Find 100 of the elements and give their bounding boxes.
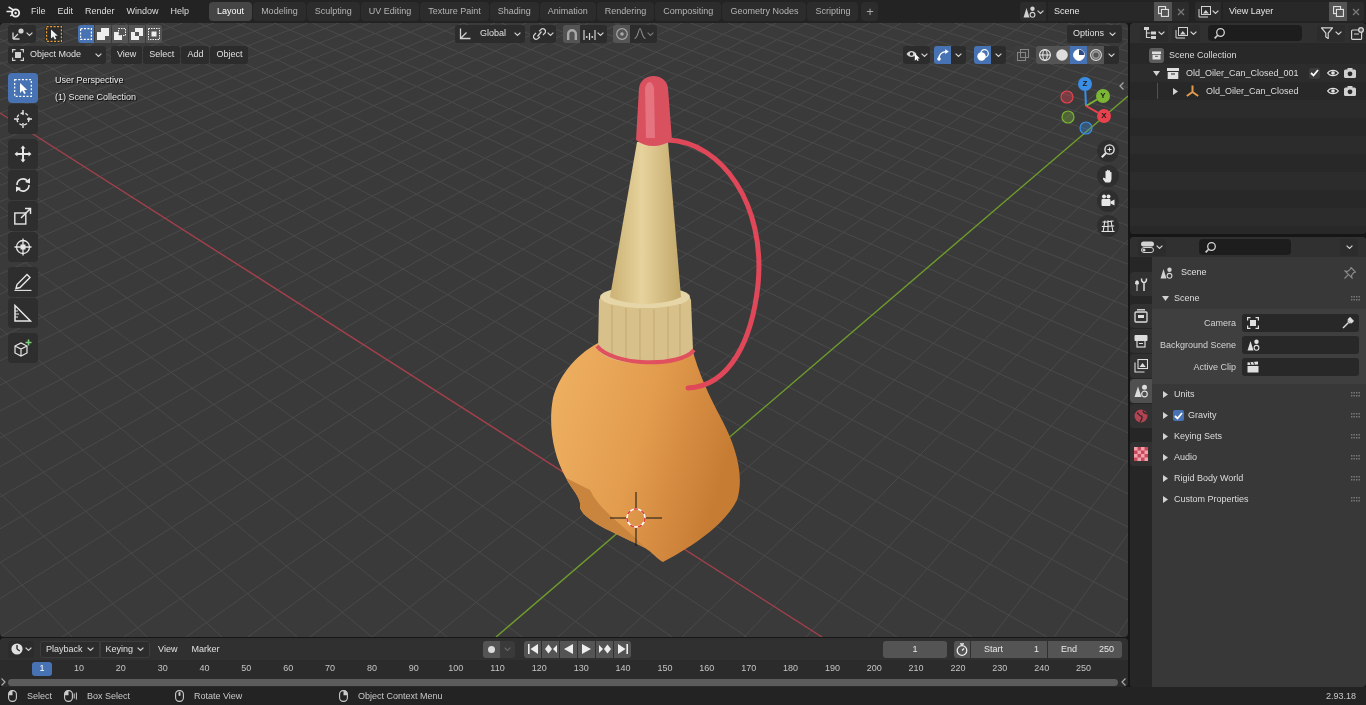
tool-button[interactable] xyxy=(8,201,38,231)
search-field[interactable] xyxy=(1199,239,1291,255)
duplicate-button[interactable] xyxy=(1154,2,1172,21)
workspace-tab[interactable]: Animation xyxy=(539,2,596,21)
start-frame-field[interactable]: Start 1 xyxy=(971,640,1047,658)
object-mode-icon xyxy=(12,48,24,61)
workspace-tab[interactable]: Geometry Nodes xyxy=(722,2,807,21)
jump-to-end-button[interactable] xyxy=(614,640,632,658)
tree-item-label[interactable]: Old_Oiler_Can_Closed_001 xyxy=(1186,68,1299,78)
value-field[interactable] xyxy=(1242,336,1359,354)
wrench-screwdriver-icon xyxy=(1134,277,1148,291)
close-button[interactable] xyxy=(1172,2,1189,21)
curved-arrow-icon xyxy=(936,48,949,61)
checkbox[interactable] xyxy=(1173,410,1184,421)
caret-icon xyxy=(24,647,32,651)
properties-tab[interactable] xyxy=(1130,272,1152,296)
frame-number: 200 xyxy=(865,662,883,675)
properties-tab[interactable] xyxy=(1130,442,1152,466)
dashed-square-icon xyxy=(80,27,92,40)
tool-button[interactable] xyxy=(8,298,38,328)
panel-title[interactable]: Gravity xyxy=(1188,411,1217,420)
panel-title[interactable]: Units xyxy=(1174,390,1195,399)
value-field[interactable] xyxy=(1242,358,1359,376)
properties-tab[interactable] xyxy=(1130,354,1152,378)
end-frame-field[interactable]: End 250 xyxy=(1048,640,1122,658)
workspace-tab[interactable]: Layout xyxy=(209,2,253,21)
auto-keying-toggle[interactable] xyxy=(483,640,501,658)
scene-name-field[interactable]: Scene xyxy=(1048,2,1154,21)
workspace-tab[interactable]: Rendering xyxy=(596,2,655,21)
menu-item[interactable]: Window xyxy=(120,2,165,21)
panel-title[interactable]: Rigid Body World xyxy=(1174,474,1244,483)
display-mode-dropdown[interactable] xyxy=(1140,24,1168,42)
workspace-tab[interactable]: Texture Paint xyxy=(420,2,489,21)
current-frame-field[interactable]: 1 xyxy=(883,640,947,658)
cube-plus-icon xyxy=(14,339,32,357)
tool-button[interactable] xyxy=(8,73,38,103)
play-button[interactable] xyxy=(578,640,596,658)
frame-number: 80 xyxy=(365,662,378,675)
tool-button[interactable] xyxy=(8,170,38,200)
previous-keyframe-button[interactable] xyxy=(542,640,560,658)
play-reverse-icon xyxy=(564,644,574,654)
menu-dropdown[interactable]: Playback xyxy=(40,640,100,658)
play-reverse-button[interactable] xyxy=(560,640,578,658)
workspace-tab[interactable]: Compositing xyxy=(655,2,722,21)
add-workspace-button[interactable]: + xyxy=(861,2,879,21)
negative-axis-icon[interactable] xyxy=(1060,90,1074,104)
dropdown-button[interactable] xyxy=(1340,238,1358,256)
tree-item-label[interactable]: Scene Collection xyxy=(1169,50,1237,60)
editor-type-button[interactable] xyxy=(8,640,34,658)
value-field[interactable] xyxy=(1242,314,1359,332)
negative-axis-icon[interactable] xyxy=(1079,121,1093,135)
scene-browse-button[interactable] xyxy=(1020,2,1046,21)
menu-item[interactable]: File xyxy=(25,2,52,21)
panel-title[interactable]: Audio xyxy=(1174,453,1198,462)
duplicate-button[interactable] xyxy=(1329,2,1347,21)
properties-tab[interactable] xyxy=(1130,379,1152,403)
editor-type-button[interactable] xyxy=(1138,238,1166,256)
workspace-tab[interactable]: Shading xyxy=(489,2,539,21)
current-frame-indicator[interactable]: 1 xyxy=(32,661,52,676)
next-keyframe-button[interactable] xyxy=(596,640,614,658)
tool-button[interactable] xyxy=(8,139,38,169)
tree-item-label[interactable]: Old_Oiler_Can_Closed xyxy=(1206,86,1299,96)
menu-item[interactable]: Help xyxy=(164,2,196,21)
menu-item[interactable]: View xyxy=(152,640,184,658)
globe-icon xyxy=(1134,409,1148,423)
menu-item[interactable]: Render xyxy=(79,2,121,21)
field-value: 250 xyxy=(1098,644,1114,654)
negative-axis-icon[interactable] xyxy=(1061,110,1075,124)
tool-button[interactable] xyxy=(8,333,38,363)
eye-pointer-icon xyxy=(905,48,920,61)
tool-button[interactable] xyxy=(8,104,38,134)
workspace-tab[interactable]: UV Editing xyxy=(360,2,420,21)
timeline-scrollbar[interactable] xyxy=(8,678,1118,686)
menu-dropdown[interactable]: Keying xyxy=(99,640,151,658)
panel-title[interactable]: Scene xyxy=(1174,294,1200,303)
jump-to-start-button[interactable] xyxy=(524,640,542,658)
workspace-tab[interactable]: Sculpting xyxy=(306,2,360,21)
checkbox[interactable] xyxy=(1309,67,1320,79)
tool-button[interactable] xyxy=(8,232,38,262)
workspace-tab[interactable]: Modeling xyxy=(253,2,306,21)
close-button[interactable] xyxy=(1347,2,1364,21)
view-layer-dropdown[interactable] xyxy=(1172,24,1200,42)
properties-tab[interactable] xyxy=(1130,329,1152,353)
preview-range-toggle[interactable] xyxy=(954,640,970,658)
menu-item[interactable]: Marker xyxy=(185,640,226,658)
new-collection-button[interactable] xyxy=(1349,24,1366,42)
image-stack-icon xyxy=(1197,5,1211,18)
menu-item[interactable]: Edit xyxy=(51,2,80,21)
view-layer-browse-button[interactable] xyxy=(1195,2,1221,21)
search-field[interactable] xyxy=(1208,25,1302,41)
shortcut-hint: Object Context Menu xyxy=(358,691,443,701)
tool-button[interactable] xyxy=(8,267,38,297)
properties-tab[interactable] xyxy=(1130,304,1152,328)
panel-title[interactable]: Custom Properties xyxy=(1174,495,1249,504)
workspace-tab[interactable]: Scripting xyxy=(807,2,859,21)
filter-dropdown[interactable] xyxy=(1317,24,1345,42)
grip-dots-icon xyxy=(1351,497,1360,502)
circle-dot-icon xyxy=(615,27,628,40)
panel-title[interactable]: Keying Sets xyxy=(1174,432,1223,441)
view-layer-name-field[interactable]: View Layer xyxy=(1223,2,1329,21)
